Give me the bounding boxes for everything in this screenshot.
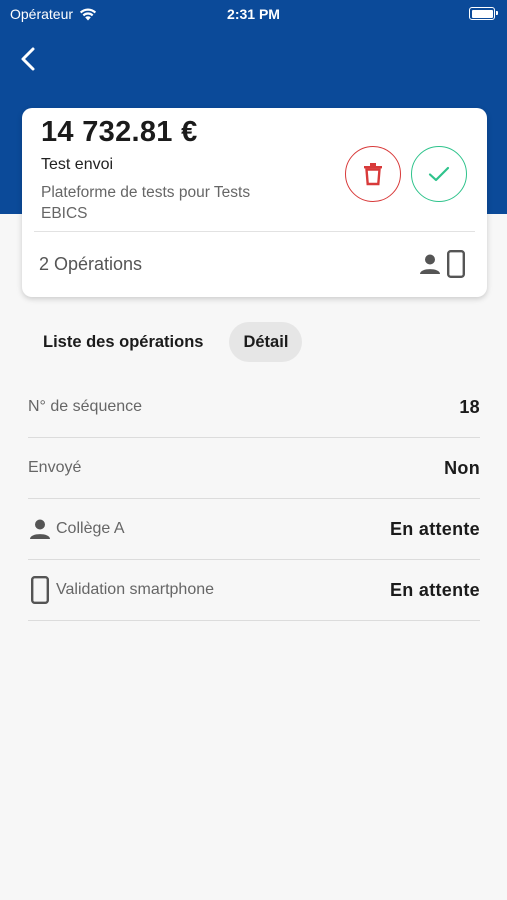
tab-operations-list[interactable]: Liste des opérations — [30, 322, 217, 362]
operations-count: 2 Opérations — [39, 254, 143, 274]
detail-value: En attente — [389, 518, 480, 539]
person-icon — [30, 519, 50, 539]
detail-list: N° de séquence 18 Envoyé Non Collège A E… — [28, 377, 480, 621]
tab-detail[interactable]: Détail — [229, 322, 303, 362]
detail-value: 18 — [459, 396, 480, 417]
detail-label: Collège A — [56, 520, 125, 537]
transfer-amount: 14 732.81 € — [41, 116, 198, 148]
trash-icon — [364, 163, 382, 186]
status-bar: Opérateur 2:31 PM — [0, 0, 507, 30]
detail-label: Envoyé — [28, 459, 82, 476]
validate-button[interactable] — [411, 146, 467, 202]
detail-label: N° de séquence — [28, 398, 143, 415]
battery-icon — [469, 7, 498, 20]
detail-value: Non — [444, 457, 480, 478]
smartphone-icon — [31, 576, 49, 604]
status-time: 2:31 PM — [227, 6, 280, 22]
transfer-name: Test envoi — [41, 156, 114, 173]
transfer-summary-card: 14 732.81 € Test envoi Plateforme de tes… — [22, 108, 487, 297]
detail-row-sequence: N° de séquence 18 — [28, 377, 480, 438]
detail-row-college: Collège A En attente — [28, 499, 480, 560]
detail-label: Validation smartphone — [56, 581, 215, 598]
back-button[interactable] — [14, 44, 44, 74]
delete-button[interactable] — [345, 146, 401, 202]
detail-row-sent: Envoyé Non — [28, 438, 480, 499]
detail-value: En attente — [389, 579, 480, 600]
person-icon — [420, 254, 440, 274]
detail-row-smartphone: Validation smartphone En attente — [28, 560, 480, 621]
card-divider — [34, 231, 475, 232]
smartphone-icon — [447, 250, 465, 278]
transfer-description: Plateforme de tests pour Tests EBICS — [41, 184, 251, 222]
tab-bar: Liste des opérations Détail — [30, 322, 303, 362]
chevron-left-icon — [21, 47, 35, 71]
checkmark-icon — [428, 166, 450, 182]
